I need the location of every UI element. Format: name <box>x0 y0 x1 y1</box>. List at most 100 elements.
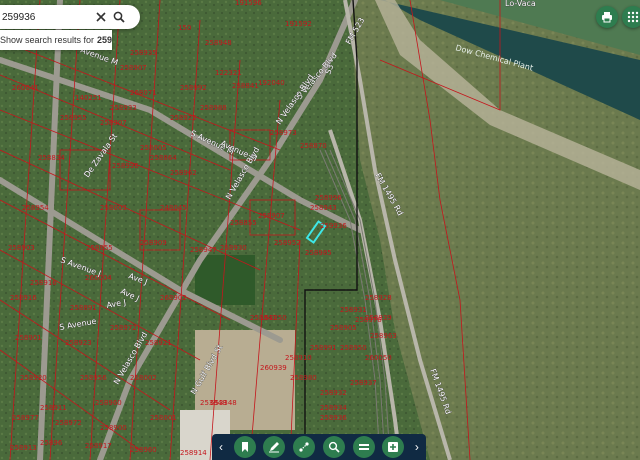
parcel-id-label: 258991 <box>310 344 337 352</box>
parcel-id-label: 258834 <box>38 154 65 162</box>
print-button[interactable] <box>596 6 618 28</box>
map-canvas[interactable]: Avenue MS Avenue MAvenue MS Velasco Blvd… <box>0 0 640 460</box>
parcel-id-label: 258972 <box>110 324 137 332</box>
parcel-id-label: 258916 <box>10 294 37 302</box>
parcel-id-label: 258936 <box>320 414 347 422</box>
parcel-id-label: 258914 <box>180 449 207 457</box>
road-label: Lo-Vaca <box>505 0 536 8</box>
measure-tool-button[interactable] <box>293 436 316 458</box>
parcel-id-label: 258939 <box>365 314 392 322</box>
parcel-id-label: 258935 <box>130 49 157 57</box>
draw-icon <box>241 442 248 452</box>
parcel-id-label: 122321 <box>215 69 242 77</box>
search-suggestion-text: Show search results for <box>0 35 95 45</box>
parcel-id-label: 258931 <box>340 306 367 314</box>
parcel-id-label: 258988 <box>200 104 227 112</box>
parcel-id-label: 260041 <box>12 84 39 92</box>
layers-icon <box>358 444 369 450</box>
parcel-id-label: 268902 <box>160 294 187 302</box>
toolbar-prev-button[interactable]: ‹ <box>216 440 226 454</box>
layers-tool-button[interactable] <box>352 436 375 458</box>
parcel-id-label: 258864 <box>150 154 177 162</box>
parcel-id-label: 258002 <box>130 374 157 382</box>
parcel-id-label: 258973 <box>270 129 297 137</box>
parcel-id-label: 258948 <box>205 39 232 47</box>
parcel-id-label: 258980 <box>290 374 317 382</box>
parcel-id-label: 258930 <box>220 244 247 252</box>
parcel-id-label: 258954 <box>22 204 49 212</box>
search-box <box>0 5 140 29</box>
parcel-id-label: 259936 <box>320 222 347 230</box>
parcel-id-label: 258841 <box>232 82 259 90</box>
parcel-id-label: 258947 <box>190 246 217 254</box>
zoom-select-tool-button[interactable] <box>322 436 345 458</box>
search-icon[interactable] <box>110 8 128 26</box>
parcel-id-label: 258920 <box>20 374 47 382</box>
parcel-id-label: 25896 <box>40 439 63 447</box>
parcel-id-label: 258870 <box>300 142 327 150</box>
zoom-select-icon <box>328 441 340 453</box>
parcel-id-label: 140251 <box>75 94 102 102</box>
parcel-id-label: 258960 <box>130 446 157 454</box>
parcel-id-label: 258996 <box>112 162 139 170</box>
parcel-id-label: 258917 <box>85 442 112 450</box>
parcel-id-label: 191596 <box>235 0 262 7</box>
grid-button[interactable] <box>622 6 640 28</box>
measure-icon <box>299 442 309 452</box>
map-toolbar: ‹ › <box>212 434 426 460</box>
edit-tool-button[interactable] <box>263 436 286 458</box>
parcel-id-label: 258911 <box>40 404 67 412</box>
grid-icon <box>627 11 639 23</box>
parcel-id-label: 258952 <box>274 239 301 247</box>
parcel-id-label: 258901 <box>15 334 42 342</box>
search-suggestion-query: 259... <box>97 35 112 45</box>
parcel-id-label: 258932 <box>320 389 347 397</box>
parcel-id-label: 258963 <box>370 332 397 340</box>
parcel-id-label: 258003 <box>100 204 127 212</box>
parcel-id-label: 258913 <box>10 444 37 452</box>
parcel-id-label: 258996 <box>315 194 342 202</box>
parcel-id-label: 192040 <box>258 79 285 87</box>
parcel-id-label: 258005 <box>140 144 167 152</box>
parcel-id-label: 258916 <box>30 279 57 287</box>
parcel-id-label: 258001 <box>150 414 177 422</box>
parcel-id-label: 258960 <box>95 399 122 407</box>
parcel-id-label: 258955 <box>60 114 87 122</box>
parcel-id-label: 258933 <box>110 104 137 112</box>
parcel-id-label: 258907 <box>258 212 285 220</box>
parcel-id-label: 258907 <box>120 64 147 72</box>
parcel-id-label: 258934 <box>320 404 347 412</box>
parcel-id-label: 153350 <box>260 314 287 322</box>
parcel-id-label: 258910 <box>285 354 312 362</box>
search-input[interactable] <box>0 10 92 24</box>
parcel-id-label: 260004 <box>85 274 112 282</box>
parcel-id-label: 258943 <box>310 204 337 212</box>
parcel-id-label: 258922 <box>170 114 197 122</box>
parcel-id-label: 258909 <box>140 239 167 247</box>
search-suggestion[interactable]: Show search results for 259... <box>0 30 112 50</box>
parcel-id-label: 258891 <box>70 304 97 312</box>
edit-icon <box>269 442 280 453</box>
parcel-id-label: 258937 <box>350 379 377 387</box>
parcel-id-label: 258855 <box>86 244 113 252</box>
parcel-id-label: 258977 <box>12 414 39 422</box>
parcel-id-label: 258992 <box>180 84 207 92</box>
parcel-id-label: 258921 <box>145 339 172 347</box>
print-icon <box>602 12 612 23</box>
parcel-id-label: 260939 <box>260 364 287 372</box>
parcel-id-label: 653348 <box>210 399 237 407</box>
parcel-id-label: 258956 <box>80 374 107 382</box>
parcel-id-label: 258950 <box>340 344 367 352</box>
close-icon[interactable] <box>92 8 110 26</box>
parcel-id-label: 258962 <box>170 169 197 177</box>
draw-tool-button[interactable] <box>233 436 256 458</box>
toolbar-next-button[interactable]: › <box>412 440 422 454</box>
parcel-id-label: 191592 <box>285 20 312 28</box>
parcel-id-label: 248045 <box>160 204 187 212</box>
parcel-id-label: 258903 <box>8 244 35 252</box>
add-icon <box>388 442 399 452</box>
add-tool-button[interactable] <box>382 436 405 458</box>
parcel-id-label: 258972 <box>55 419 82 427</box>
parcel-id-label: 268071 <box>130 89 157 97</box>
parcel-id-label: 150 <box>178 24 191 32</box>
